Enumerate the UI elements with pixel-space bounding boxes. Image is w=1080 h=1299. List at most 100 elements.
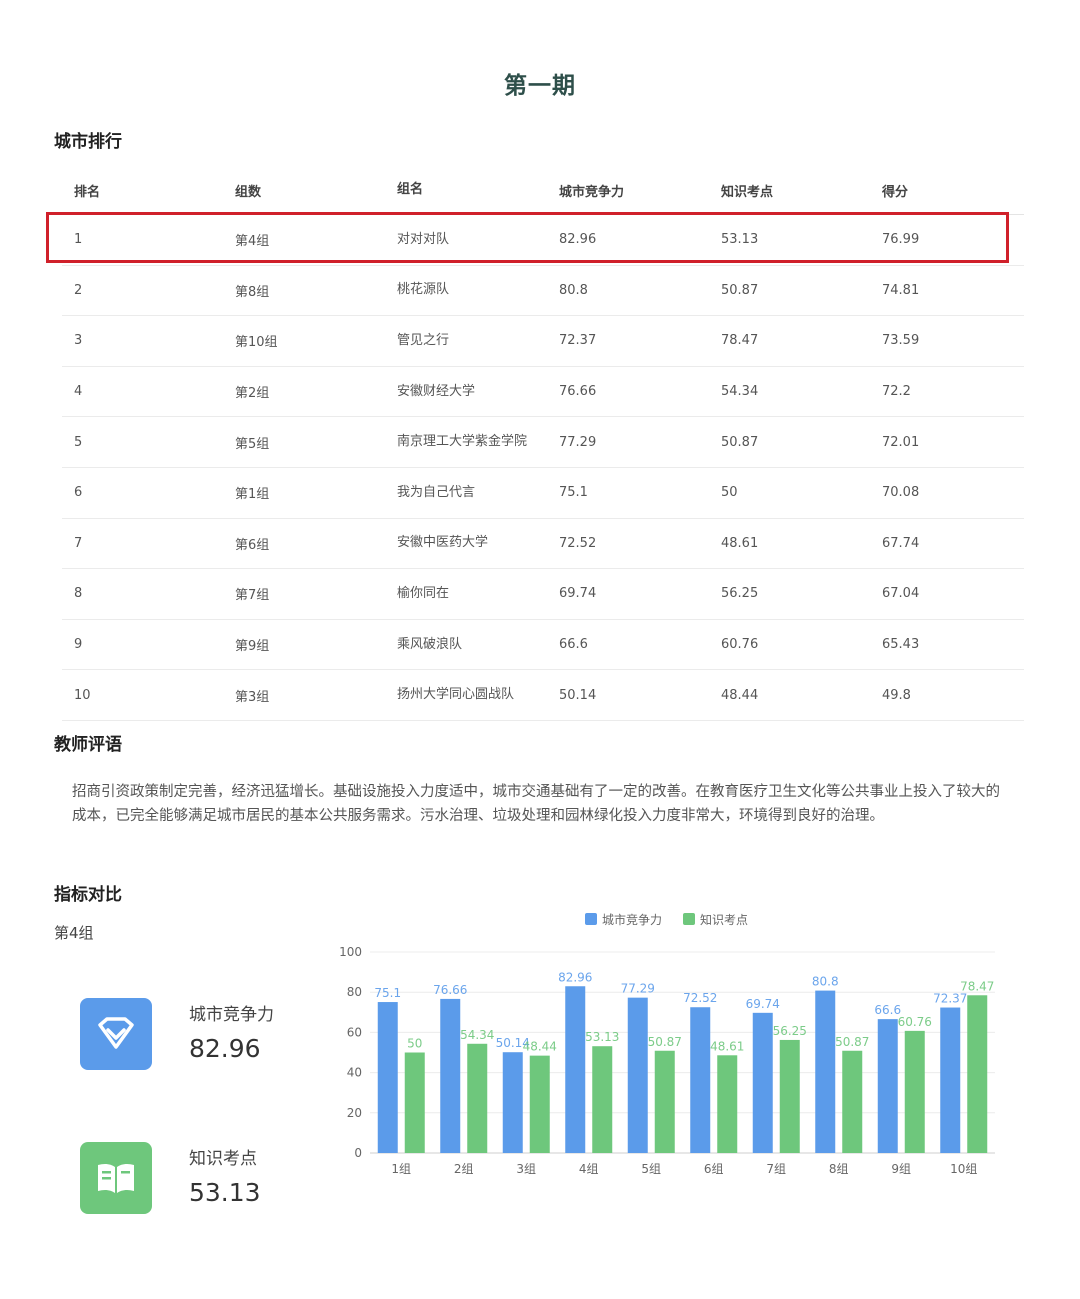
column-header-team: 组名 (397, 182, 424, 197)
data-label: 78.47 (960, 979, 994, 993)
cell-team: 扬州大学同心圆战队 (397, 687, 515, 703)
legend-swatch (585, 913, 597, 925)
cell-group: 第3组 (235, 689, 270, 705)
cell-score: 74.81 (882, 282, 920, 298)
metric-value: 82.96 (189, 1034, 261, 1063)
bar (627, 997, 648, 1153)
cell-rank: 10 (74, 687, 91, 703)
x-tick-label: 7组 (766, 1162, 786, 1176)
cell-rank: 6 (74, 485, 83, 501)
bar (779, 1039, 800, 1153)
x-tick-label: 8组 (829, 1162, 849, 1176)
cell-team: 榆你同在 (397, 585, 450, 601)
data-label: 77.29 (621, 982, 655, 996)
bar (717, 1055, 738, 1153)
cell-rank: 5 (74, 434, 83, 450)
bar (592, 1046, 613, 1153)
cell-score: 72.2 (882, 384, 911, 400)
data-label: 50 (407, 1037, 422, 1051)
metric-label: 城市竞争力 (189, 1005, 274, 1025)
cell-rank: 7 (74, 535, 83, 551)
cell-score: 65.43 (882, 637, 920, 653)
cell-knowledge: 50 (721, 485, 738, 501)
x-tick-label: 3组 (516, 1162, 536, 1176)
cell-competitiveness: 76.66 (559, 384, 597, 400)
cell-score: 73.59 (882, 333, 920, 349)
bar (440, 998, 461, 1153)
bar (654, 1050, 675, 1153)
data-label: 82.96 (558, 970, 592, 984)
legend-label: 城市竞争力 (602, 912, 662, 927)
bar (529, 1055, 550, 1153)
highlight-box (46, 212, 1009, 263)
cell-competitiveness: 66.6 (559, 637, 588, 653)
bar (967, 995, 988, 1153)
cell-score: 70.08 (882, 485, 920, 501)
legend-swatch (683, 913, 695, 925)
cell-group: 第9组 (235, 639, 270, 655)
data-label: 48.61 (710, 1039, 744, 1053)
cell-score: 72.01 (882, 434, 920, 450)
cell-team: 桃花源队 (397, 282, 450, 298)
cell-group: 第2组 (235, 386, 270, 402)
book-icon (80, 1142, 152, 1214)
comparison-bar-chart: 城市竞争力 知识考点 0 20 40 60 80 100 1组 75.1 50 2组 76.66 54.3… (339, 912, 995, 1176)
cell-competitiveness: 72.52 (559, 535, 597, 551)
cell-group: 第5组 (235, 436, 270, 452)
table-row: 6 第1组 我为自己代言 75.1 50 70.08 (62, 468, 1024, 519)
cell-competitiveness: 77.29 (559, 434, 597, 450)
column-header-score: 得分 (882, 184, 909, 200)
bar (404, 1052, 425, 1153)
cell-competitiveness: 72.37 (559, 333, 597, 349)
data-label: 72.37 (933, 992, 967, 1006)
cell-rank: 8 (74, 586, 83, 602)
bar (904, 1030, 925, 1153)
data-label: 54.34 (460, 1028, 494, 1042)
cell-group: 第7组 (235, 588, 270, 604)
y-tick-label: 40 (347, 1066, 362, 1080)
bar (877, 1019, 898, 1153)
metric-label: 知识考点 (189, 1149, 257, 1169)
cell-team: 管见之行 (397, 332, 450, 348)
data-label: 53.13 (585, 1030, 619, 1044)
data-label: 72.52 (683, 991, 717, 1005)
table-body: 1 第4组 对对对队 82.96 53.13 76.99 2 第8组 桃花源队 80.8 50.87… (62, 215, 1024, 721)
data-label: 75.1 (374, 986, 401, 1000)
cell-team: 我为自己代言 (397, 484, 476, 500)
legend-label: 知识考点 (700, 913, 748, 927)
y-tick-label: 80 (347, 985, 362, 999)
bar (815, 990, 836, 1153)
bar (690, 1007, 711, 1153)
data-label: 48.44 (523, 1040, 557, 1054)
cell-competitiveness: 69.74 (559, 586, 597, 602)
data-label: 80.8 (812, 975, 839, 989)
cell-rank: 3 (74, 333, 83, 349)
table-row: 5 第5组 南京理工大学紫金学院 77.29 50.87 72.01 (62, 417, 1024, 468)
x-tick-label: 5组 (641, 1162, 661, 1176)
cell-knowledge: 48.44 (721, 687, 759, 703)
ranking-heading: 城市排行 (54, 132, 122, 152)
cell-team: 安徽中医药大学 (397, 535, 489, 551)
cell-team: 南京理工大学紫金学院 (397, 434, 528, 450)
y-tick-label: 0 (354, 1146, 362, 1160)
column-header-knowledge: 知识考点 (721, 184, 774, 200)
bar (752, 1012, 773, 1153)
table-row: 10 第3组 扬州大学同心圆战队 50.14 48.44 49.8 (62, 670, 1024, 721)
y-tick-label: 20 (347, 1106, 362, 1120)
data-label: 50.87 (648, 1035, 682, 1049)
diamond-icon (80, 998, 152, 1070)
table-row: 7 第6组 安徽中医药大学 72.52 48.61 67.74 (62, 519, 1024, 570)
cell-knowledge: 78.47 (721, 333, 759, 349)
table-row: 8 第7组 榆你同在 69.74 56.25 67.04 (62, 569, 1024, 620)
cell-score: 67.74 (882, 535, 920, 551)
table-row: 9 第9组 乘风破浪队 66.6 60.76 65.43 (62, 620, 1024, 671)
cell-rank: 4 (74, 384, 83, 400)
cell-group: 第6组 (235, 537, 270, 553)
cell-rank: 9 (74, 637, 83, 653)
y-tick-label: 60 (347, 1025, 362, 1039)
data-label: 76.66 (433, 983, 467, 997)
cell-group: 第1组 (235, 487, 270, 503)
table-row: 4 第2组 安徽财经大学 76.66 54.34 72.2 (62, 367, 1024, 418)
x-tick-label: 2组 (454, 1162, 474, 1176)
x-tick-label: 4组 (579, 1162, 599, 1176)
